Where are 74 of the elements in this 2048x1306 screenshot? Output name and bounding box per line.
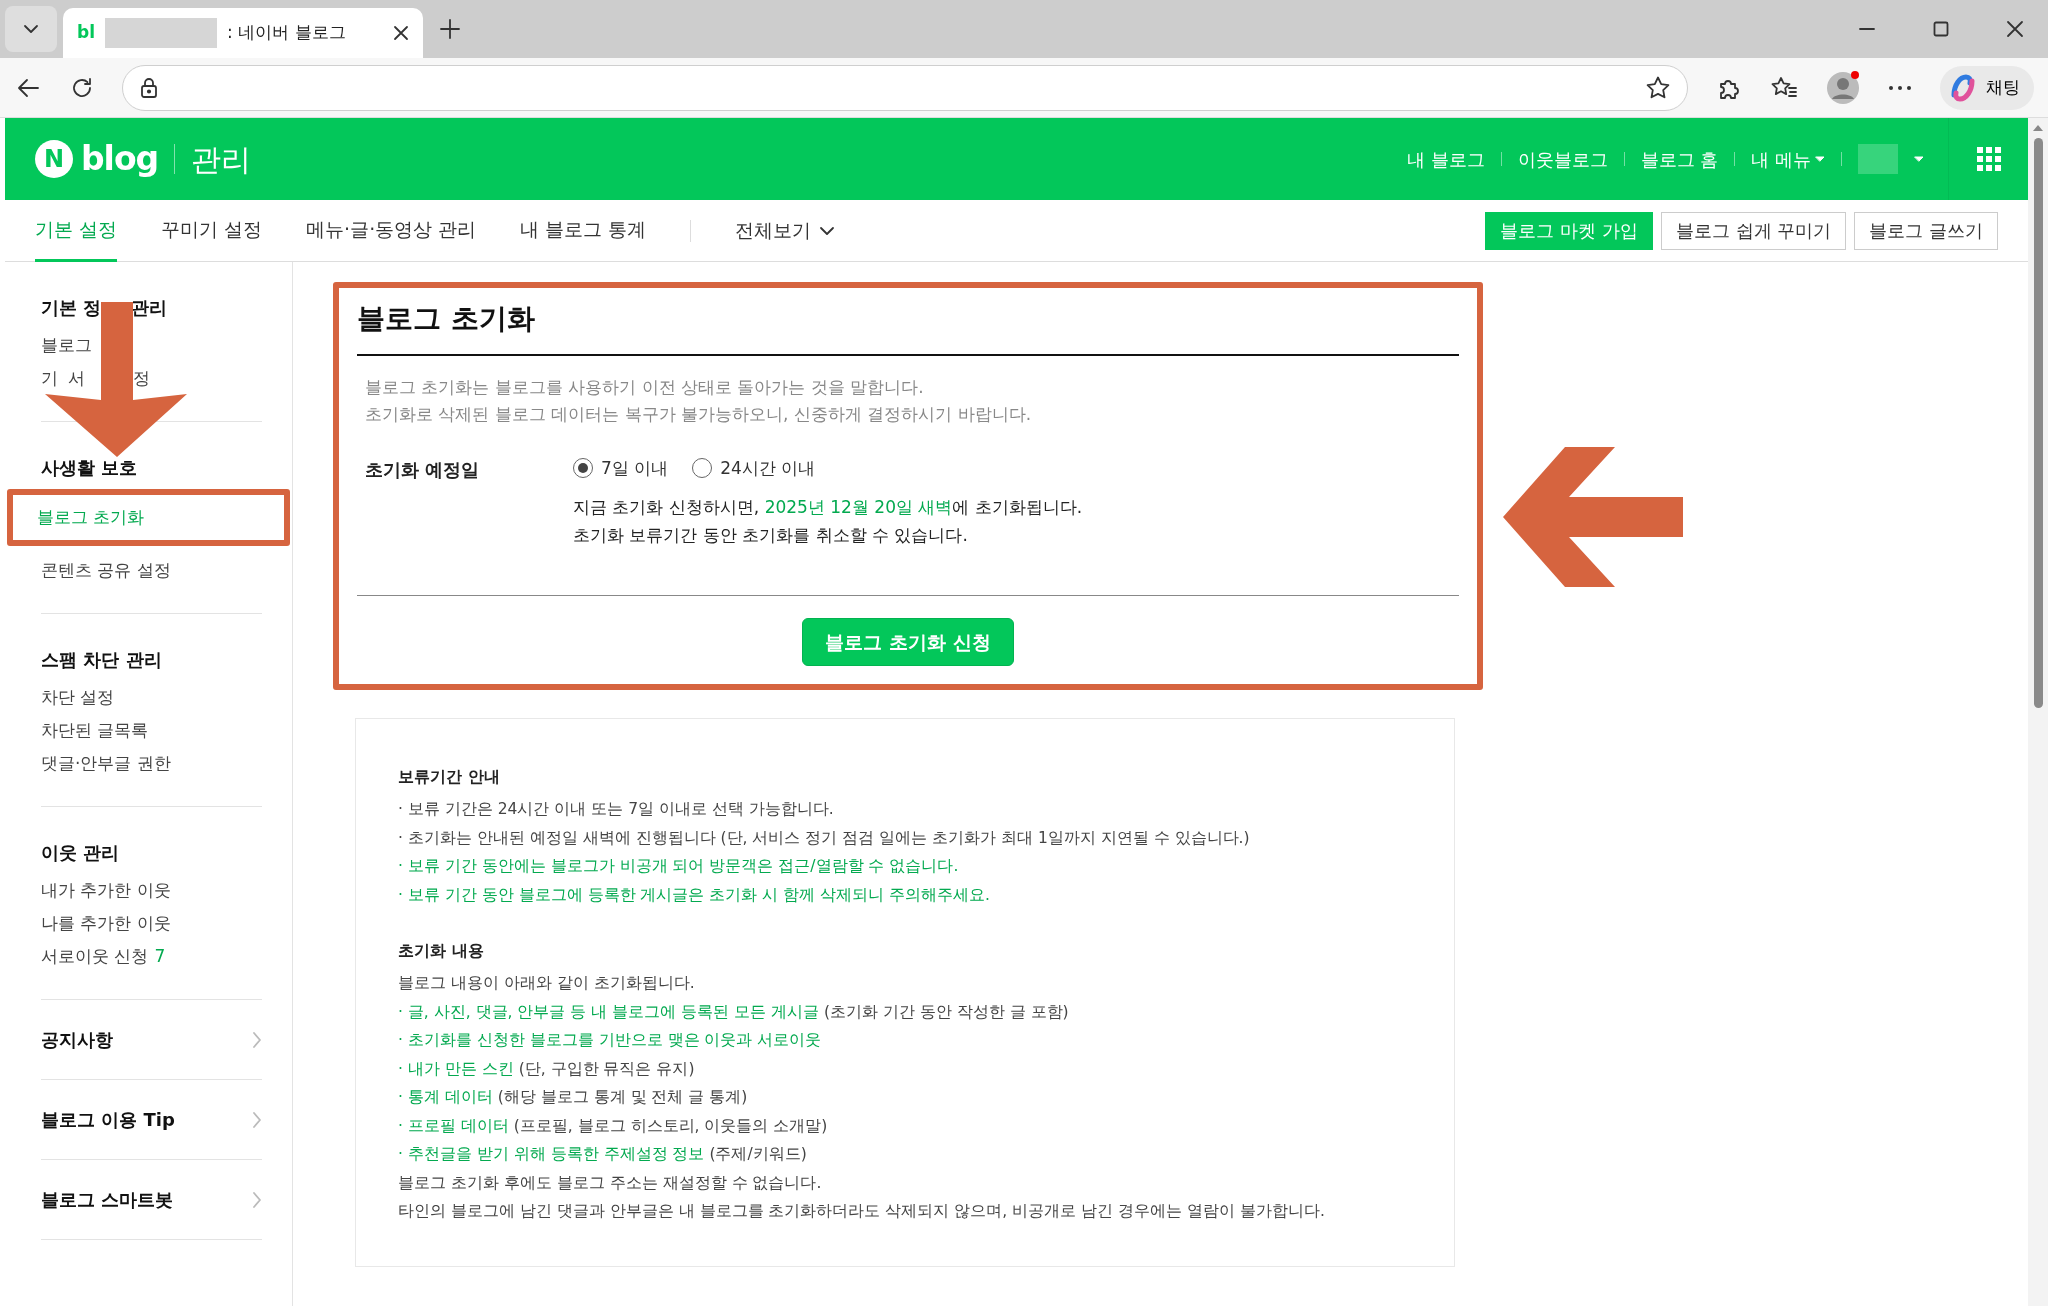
sidebar-item[interactable]: 정 xyxy=(133,362,150,395)
more-icon[interactable] xyxy=(1888,83,1912,92)
chevron-right-icon xyxy=(252,1110,262,1129)
sidebar-item[interactable]: 기 xyxy=(41,362,58,395)
sidebar-item[interactable]: 차단된 글목록 xyxy=(41,714,262,747)
scrollbar-thumb[interactable] xyxy=(2033,138,2043,708)
sidebar-link[interactable]: 공지사항 xyxy=(41,1026,113,1053)
sidebar-item[interactable]: 차단 설정 xyxy=(41,681,262,714)
info-text: 블로그 내용이 아래와 같이 초기화됩니다. xyxy=(398,973,696,995)
sidebar-link[interactable]: 블로그 이용 Tip xyxy=(41,1106,175,1133)
info-text: · 내가 만든 스킨 (단, 구입한 뮤직은 유지) xyxy=(398,1058,696,1080)
logo-text: blog xyxy=(81,138,159,181)
info-text: · 통계 데이터 (해당 블로그 통계 및 전체 글 통계) xyxy=(398,1087,749,1109)
info-text: · 글, 사진, 댓글, 안부글 등 내 블로그에 등록된 모든 게시글 (초기화 기간 동안 작성한 글 포함) xyxy=(398,1001,1070,1023)
tab-title: : 네이버 블로그 xyxy=(227,21,347,45)
radio-option[interactable]: 24시간 이내 xyxy=(692,455,816,482)
close-icon[interactable] xyxy=(393,25,409,41)
info-text: · 보류 기간 동안에는 블로그가 비공개 되어 방문객은 접근/열람할 수 없습니다. xyxy=(398,856,960,878)
sidebar-link[interactable]: 블로그 스마트봇 xyxy=(41,1186,174,1213)
section-title: 관리 xyxy=(191,140,252,179)
sidebar-item[interactable]: 콘텐츠 공유 설정 xyxy=(41,554,262,587)
request-count: 7 xyxy=(154,945,166,968)
caret-icon xyxy=(1815,156,1825,162)
sidebar-item[interactable]: 내가 추가한 이웃 xyxy=(41,874,262,907)
info-text: · 추천글을 받기 위해 등록한 주제설정 정보 (주제/키워드) xyxy=(398,1144,808,1166)
radio-option[interactable]: 7일 이내 xyxy=(573,455,669,482)
field-label: 초기화 예정일 xyxy=(365,457,481,482)
close-icon[interactable] xyxy=(2006,20,2024,38)
lock-icon xyxy=(139,76,159,99)
nav-tab[interactable]: 내 블로그 통계 xyxy=(520,199,647,262)
group-title: 기본 정 xyxy=(41,296,102,320)
nav-tab[interactable]: 메뉴·글·동영상 관리 xyxy=(306,199,477,262)
group-title: 사생활 보호 xyxy=(41,456,138,480)
header-button[interactable]: 블로그 글쓰기 xyxy=(1854,211,1998,250)
notice-text: 지금 초기화 신청하시면, 2025년 12월 20일 새벽에 초기화됩니다. xyxy=(573,496,1083,520)
chevron-down-icon xyxy=(819,225,836,236)
group-title: 관리 xyxy=(131,296,168,320)
address-field[interactable] xyxy=(122,64,1688,111)
scroll-up-icon[interactable] xyxy=(2032,124,2044,132)
browser-tab[interactable]: bl : 네이버 블로그 xyxy=(63,8,423,58)
reload-icon[interactable] xyxy=(70,75,94,100)
description-text: 블로그 초기화는 블로그를 사용하기 이전 상태로 돌아가는 것을 말합니다. xyxy=(365,375,925,399)
redacted-block xyxy=(1858,144,1898,174)
sidebar-item[interactable]: 블로그 xyxy=(41,329,262,362)
sidebar-item[interactable]: 서 xyxy=(68,362,85,395)
avatar-icon[interactable] xyxy=(1826,70,1860,105)
section-heading: 보류기간 안내 xyxy=(398,766,501,789)
maximize-icon[interactable] xyxy=(1932,20,1950,38)
notice-text: 초기화 보류기간 동안 초기화를 취소할 수 있습니다. xyxy=(573,524,969,548)
info-text: · 프로필 데이터 (프로필, 블로그 히스토리, 이웃들의 소개말) xyxy=(398,1115,829,1137)
chevron-right-icon xyxy=(252,1190,262,1209)
header-button[interactable]: 블로그 쉽게 꾸미기 xyxy=(1660,211,1847,250)
info-text: · 초기화를 신청한 블로그를 기반으로 맺은 이웃과 서로이웃 xyxy=(398,1030,823,1052)
info-text: 블로그 초기화 후에도 블로그 주소는 재설정할 수 없습니다. xyxy=(398,1172,823,1194)
logo-badge: N xyxy=(35,140,73,178)
sidebar-item[interactable]: 댓글·안부글 권한 xyxy=(41,747,262,780)
group-title: 스팸 차단 관리 xyxy=(41,648,162,672)
star-icon[interactable] xyxy=(1645,74,1671,101)
sidebar-item[interactable]: 서로이웃 신청 xyxy=(41,940,149,973)
nav-tab[interactable]: 꾸미기 설정 xyxy=(161,199,263,262)
favicon: bl xyxy=(77,21,95,45)
info-text: 타인의 블로그에 남긴 댓글과 안부글은 내 블로그를 초기화하더라도 삭제되지 않으며, 비공개로 남긴 경우에는 열람이 불가합니다. xyxy=(398,1201,1326,1223)
chevron-right-icon xyxy=(252,1030,262,1049)
info-text: · 초기화는 안내된 예정일 새벽에 진행됩니다 (단, 서비스 정기 점검 일에는 초기화가 최대 1일까지 지연될 수 있습니다.) xyxy=(398,827,1251,849)
section-heading: 초기화 내용 xyxy=(398,940,485,963)
page-title: 블로그 초기화 xyxy=(357,302,1459,356)
view-all-button[interactable]: 전체보기 xyxy=(735,216,836,245)
description-text: 초기화로 삭제된 블로그 데이터는 복구가 불가능하오니, 신중하게 결정하시기 바랍니다. xyxy=(365,402,1033,426)
info-text: · 보류 기간은 24시간 이내 또는 7일 이내로 선택 가능합니다. xyxy=(398,799,835,821)
group-title: 이웃 관리 xyxy=(41,841,120,865)
chat-button[interactable]: 채팅 xyxy=(1940,65,2034,110)
plus-icon[interactable] xyxy=(439,18,461,40)
info-text: · 보류 기간 동안 블로그에 등록한 게시글은 초기화 시 함께 삭제되니 주의해주세요. xyxy=(398,884,992,906)
sidebar-item[interactable]: 나를 추가한 이웃 xyxy=(41,907,262,940)
